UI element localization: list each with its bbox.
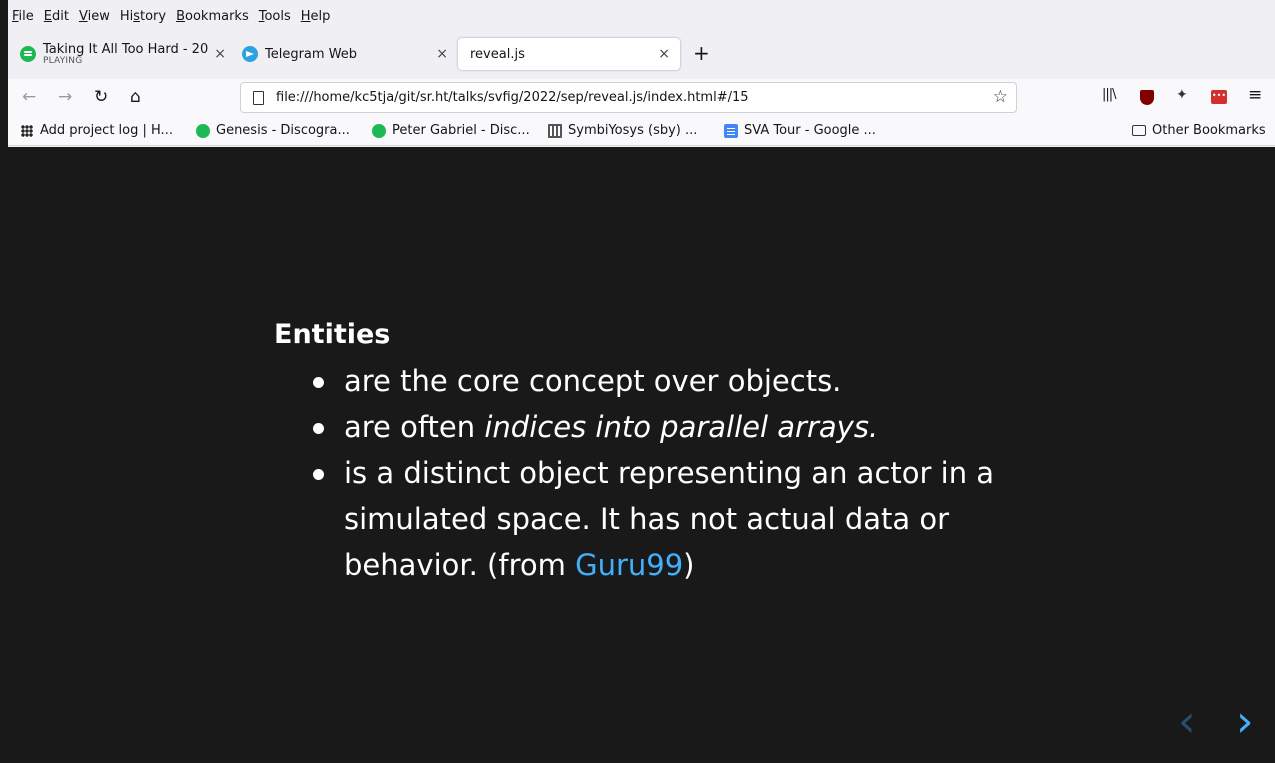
pin-icon[interactable]: ✦: [1176, 87, 1188, 103]
slide-content: Entities are the core concept over objec…: [274, 319, 1034, 588]
tab-spotify-status: PLAYING: [43, 55, 83, 66]
ublock-icon[interactable]: [1140, 90, 1154, 105]
bookmark-genesis[interactable]: Genesis - Discogra...: [196, 123, 350, 138]
nav-bar: ← → ↻ ⌂ file:///home/kc5tja/git/sr.ht/ta…: [8, 79, 1275, 117]
slide-viewport: Entities are the core concept over objec…: [8, 147, 1275, 763]
url-bar[interactable]: file:///home/kc5tja/git/sr.ht/talks/svfi…: [240, 82, 1017, 113]
spotify-icon: [20, 46, 36, 62]
menu-view[interactable]: View: [79, 9, 110, 24]
next-slide-button[interactable]: ›: [1236, 700, 1254, 744]
tab-strip: Taking It All Too Hard - 20 PLAYING × Te…: [8, 33, 1275, 75]
menu-history[interactable]: History: [120, 9, 166, 24]
google-docs-icon: [724, 123, 738, 138]
lastpass-square: •••: [1211, 90, 1227, 104]
new-tab-button[interactable]: +: [693, 43, 710, 63]
bookmark-label: Peter Gabriel - Disc...: [392, 123, 530, 138]
slide-heading: Entities: [274, 319, 391, 350]
tab-reveal-title: reveal.js: [470, 46, 525, 62]
folder-icon: [1132, 125, 1146, 136]
bookmarks-bar: Add project log | H... Genesis - Discogr…: [8, 117, 1275, 146]
menu-bar: File Edit View History Bookmarks Tools H…: [8, 0, 1275, 33]
menu-tools[interactable]: Tools: [259, 9, 291, 24]
bookmark-label: SymbiYosys (sby) ...: [568, 123, 698, 138]
close-icon[interactable]: ×: [214, 46, 226, 62]
other-bookmarks-label: Other Bookmarks: [1152, 123, 1266, 138]
home-icon[interactable]: ⌂: [130, 87, 141, 107]
bookmark-symbiyosys[interactable]: SymbiYosys (sby) ...: [548, 123, 697, 138]
bookmark-peter-gabriel[interactable]: Peter Gabriel - Disc...: [372, 123, 530, 138]
telegram-icon: [242, 46, 258, 62]
tab-spotify-text: Taking It All Too Hard - 20 PLAYING: [43, 43, 211, 66]
menu-file-rest: ile: [18, 9, 34, 24]
spotify-icon: [196, 123, 210, 138]
other-bookmarks[interactable]: Other Bookmarks: [1132, 123, 1266, 138]
bookmark-label: Add project log | H...: [40, 123, 173, 138]
bookmark-star-icon[interactable]: ☆: [993, 87, 1008, 107]
bullet-item: are the core concept over objects.: [313, 358, 1034, 404]
reload-icon[interactable]: ↻: [94, 87, 108, 107]
sby-icon: [548, 123, 562, 138]
menu-help[interactable]: Help: [301, 9, 331, 24]
bullet-item: are often indices into parallel arrays.: [313, 404, 1034, 450]
app-menu-icon[interactable]: ≡: [1248, 85, 1262, 105]
bookmark-sva-tour[interactable]: SVA Tour - Google ...: [724, 123, 876, 138]
emphasis-text: indices into parallel arrays.: [484, 410, 879, 444]
previous-slide-button[interactable]: ‹: [1178, 700, 1196, 744]
bullet-item: is a distinct object representing an act…: [313, 450, 1034, 588]
close-icon[interactable]: ×: [658, 46, 670, 62]
bookmark-label: Genesis - Discogra...: [216, 123, 350, 138]
forward-icon[interactable]: →: [58, 87, 72, 107]
lastpass-icon[interactable]: •••: [1211, 90, 1227, 104]
ublock-shield: [1140, 90, 1154, 105]
tab-spotify[interactable]: Taking It All Too Hard - 20 PLAYING ×: [10, 38, 228, 70]
url-text[interactable]: file:///home/kc5tja/git/sr.ht/talks/svfi…: [276, 90, 749, 105]
menu-bookmarks[interactable]: Bookmarks: [176, 9, 249, 24]
library-icon[interactable]: |||\: [1102, 87, 1116, 102]
tab-telegram[interactable]: Telegram Web ×: [232, 38, 458, 70]
back-icon[interactable]: ←: [22, 87, 36, 107]
spotify-icon: [372, 123, 386, 138]
tab-spotify-title: Taking It All Too Hard - 20: [43, 42, 209, 56]
tab-telegram-title: Telegram Web: [265, 46, 358, 62]
hackaday-icon: [20, 123, 34, 138]
page-icon: [253, 90, 264, 105]
guru99-link[interactable]: Guru99: [575, 548, 683, 582]
window-edge: [0, 0, 8, 763]
close-icon[interactable]: ×: [436, 46, 448, 62]
slide-bullet-list: are the core concept over objects. are o…: [274, 358, 1034, 588]
menu-file[interactable]: File: [12, 9, 34, 24]
bookmark-label: SVA Tour - Google ...: [744, 123, 876, 138]
menu-edit[interactable]: Edit: [44, 9, 69, 24]
tab-reveal[interactable]: reveal.js ×: [458, 38, 680, 70]
bookmark-hackaday[interactable]: Add project log | H...: [20, 123, 173, 138]
